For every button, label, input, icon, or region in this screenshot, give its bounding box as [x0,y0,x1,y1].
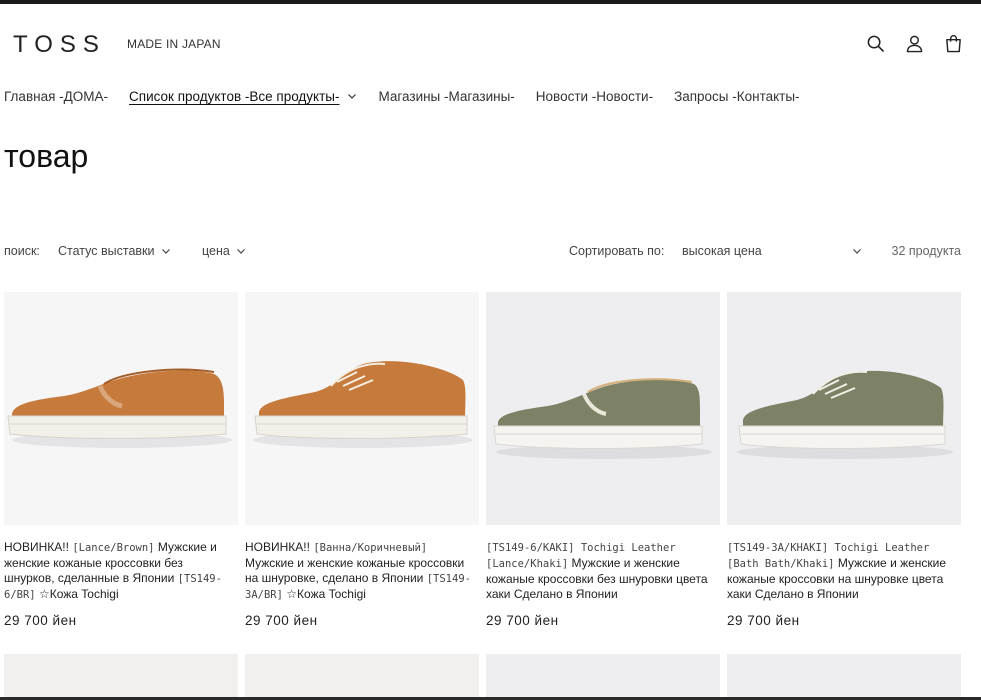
sort-value: высокая цена [682,244,762,258]
filter-label: поиск: [4,244,40,258]
product-title[interactable]: НОВИНКА!! [Lance/Brown] Мужские и женски… [4,540,234,603]
filter-price-dropdown[interactable]: цена [202,244,246,258]
product-image[interactable] [486,292,720,525]
sort-label: Сортировать по: [569,244,665,258]
product-count: 32 продукта [891,244,961,258]
cart-icon[interactable] [944,34,963,53]
sort-select[interactable]: высокая цена [682,244,862,258]
product-price: 29 700 йен [727,613,800,628]
product-card-next-row[interactable] [4,654,238,700]
nav-item-contact[interactable]: Запросы -Контакты- [674,89,800,104]
product-title[interactable]: [TS149-3A/KHAKI] Tochigi Leather [Bath B… [727,540,957,602]
chevron-down-icon [236,249,245,254]
nav-item-home[interactable]: Главная -ДОМА- [4,89,108,104]
sneaker-laceup-image [245,292,479,525]
nav-item-stores[interactable]: Магазины -Магазины- [378,89,514,104]
filter-price-label: цена [202,244,230,258]
chevron-down-icon [853,249,861,254]
product-card[interactable]: НОВИНКА!! [Ванна/Коричневый] Мужские и ж… [245,292,479,628]
product-card[interactable]: [TS149-3A/KHAKI] Tochigi Leather [Bath B… [727,292,961,628]
product-card[interactable]: НОВИНКА!! [Lance/Brown] Мужские и женски… [4,292,238,628]
tagline: MADE IN JAPAN [127,37,221,51]
filter-bar: поиск: Статус выставки цена Сортировать … [4,243,961,261]
filter-status-dropdown[interactable]: Статус выставки [58,244,171,258]
filter-status-label: Статус выставки [58,244,155,258]
product-image[interactable] [245,292,479,525]
product-card-next-row[interactable] [486,654,720,700]
sneaker-laceup-khaki-image [727,292,961,525]
product-title[interactable]: [TS149-6/KAKI] Tochigi Leather [Lance/Kh… [486,540,716,602]
logo[interactable]: TOSS [13,31,106,59]
product-price: 29 700 йен [245,613,318,628]
nav-item-news[interactable]: Новости -Новости- [536,89,653,104]
search-icon[interactable] [866,34,885,53]
product-title[interactable]: НОВИНКА!! [Ванна/Коричневый] Мужские и ж… [245,540,475,603]
product-card[interactable]: [TS149-6/KAKI] Tochigi Leather [Lance/Kh… [486,292,720,628]
product-price: 29 700 йен [4,613,77,628]
account-icon[interactable] [905,34,924,53]
header-icons [866,34,963,53]
product-image[interactable] [4,292,238,525]
sneaker-slipon-khaki-image [486,292,720,525]
sneaker-slipon-image [4,292,238,525]
chevron-down-icon [348,94,357,99]
site-header: TOSS MADE IN JAPAN [0,4,981,76]
main-nav: Главная -ДОМА- Список продуктов -Все про… [4,86,821,106]
product-price: 29 700 йен [486,613,559,628]
product-image[interactable] [727,292,961,525]
chevron-down-icon [161,249,170,254]
product-card-next-row[interactable] [245,654,479,700]
product-card-next-row[interactable] [727,654,961,700]
page-title: товар [4,138,89,174]
nav-item-products[interactable]: Список продуктов -Все продукты- [129,89,357,104]
